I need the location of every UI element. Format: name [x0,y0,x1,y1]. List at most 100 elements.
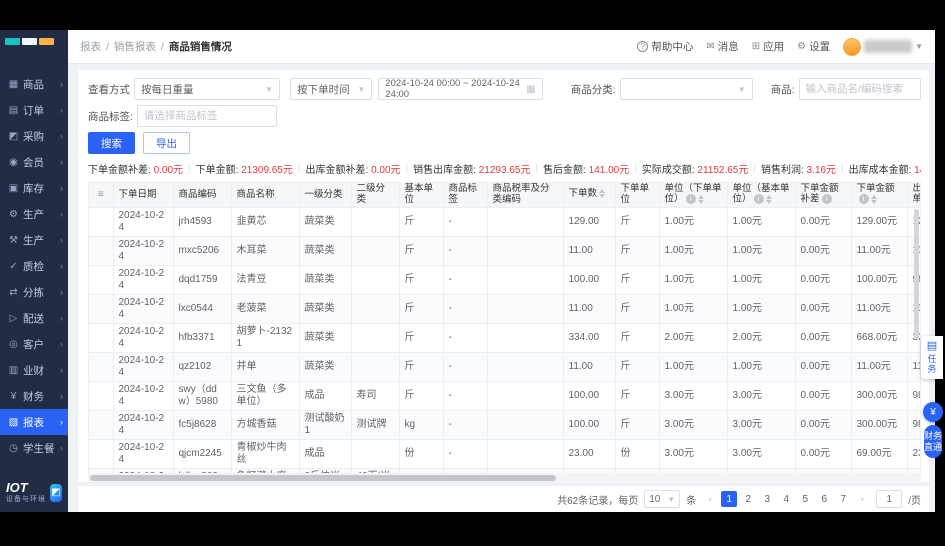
sidebar-item-student-meal[interactable]: ◷学生餐› [0,435,68,461]
cell: 斤 [399,265,443,294]
horizontal-scrollbar-thumb[interactable] [90,475,556,481]
user-menu[interactable]: ▼ [843,38,923,56]
page-button-2[interactable]: 2 [740,491,756,507]
cell: 11.00元 [851,352,907,381]
cell: 3.00元 [659,410,727,439]
horizontal-scrollbar[interactable] [88,473,921,482]
stat-separator: | [535,163,538,174]
sidebar-item-production2[interactable]: ⚒生产› [0,227,68,253]
sorting-icon: ⇄ [7,287,20,298]
chevron-right-icon: › [60,209,63,219]
view-mode-select[interactable]: 按每日重量 ▼ [134,78,280,100]
sidebar-item-business-finance[interactable]: ▥业财› [0,357,68,383]
stat-value: 21309.65元 [241,165,293,176]
info-icon[interactable]: i [859,194,869,204]
chevron-right-icon: › [60,157,63,167]
chevron-down-icon: ▼ [259,85,273,94]
page-button-6[interactable]: 6 [816,491,832,507]
sidebar-item-quality[interactable]: ✓质检› [0,253,68,279]
prev-page-button[interactable]: ‹ [702,491,718,507]
goods-icon: ▦ [7,79,20,90]
time-type-select[interactable]: 按下单时间 ▼ [290,78,372,100]
settings-button[interactable]: ⚙ 设置 [797,39,830,54]
table-row: 2024-10-24hfb3371胡萝卜-21321蔬菜类斤-334.00斤2.… [89,323,921,352]
breadcrumb-reports[interactable]: 报表 [80,39,101,54]
sidebar-item-reports[interactable]: ▧报表› [0,409,68,435]
sidebar-item-label: 学生餐 [23,441,60,456]
sort-icon[interactable] [599,189,605,198]
cell: 蔬菜类 [299,352,351,381]
task-float-button[interactable]: ▤ 任务 [921,336,943,379]
vertical-scrollbar-thumb[interactable] [914,209,919,339]
breadcrumb-sales-reports[interactable]: 销售报表 [114,39,156,54]
sidebar-item-inventory[interactable]: ▣库存› [0,175,68,201]
page-jump-input[interactable] [876,490,902,508]
page-button-5[interactable]: 5 [797,491,813,507]
messages-button[interactable]: ✉ 消息 [706,39,738,54]
info-icon[interactable]: i [686,194,696,204]
sidebar-item-purchase[interactable]: ◩采购› [0,123,68,149]
sidebar-item-label: 生产 [23,233,60,248]
sort-icon[interactable] [698,195,704,204]
apps-button[interactable]: ⊞ 应用 [752,39,784,54]
sidebar-item-customers[interactable]: ◎客户› [0,331,68,357]
info-icon[interactable]: i [822,194,832,204]
help-center-button[interactable]: ? 帮助中心 [637,39,693,54]
sidebar-item-sorting[interactable]: ⇄分拣› [0,279,68,305]
sort-icon[interactable] [871,195,877,204]
sidebar-item-label: 分拣 [23,285,60,300]
row-leading-cell [89,439,113,468]
sidebar-item-production[interactable]: ⚙生产› [0,201,68,227]
tag-input[interactable] [144,110,270,122]
reports-icon: ▧ [7,417,20,428]
cell [487,439,563,468]
page-size-select[interactable]: 10 ▼ [644,490,680,508]
stat-separator: | [188,163,191,174]
page-button-4[interactable]: 4 [778,491,794,507]
cell: 100.00 [563,410,615,439]
column-header[interactable]: 下单数 [563,183,615,207]
table-row: 2024-10-24dqd1759法青豆蔬菜类斤-100.00斤1.00元1.0… [89,265,921,294]
next-page-button[interactable]: › [854,491,870,507]
cell: 0.00元 [795,352,851,381]
stat-item: 下单金额补差: 0.00元 [88,161,183,176]
row-leading-cell [89,236,113,265]
inventory-icon: ▣ [7,183,20,194]
column-header[interactable]: 单位（基本单位）i [727,183,795,207]
column-header[interactable]: 下单金额i [851,183,907,207]
category-select[interactable]: ▼ [620,78,753,100]
sidebar-item-delivery[interactable]: ▷配送› [0,305,68,331]
cell: 斤 [399,381,443,410]
page-button-3[interactable]: 3 [759,491,775,507]
cell [487,207,563,236]
cell: 668.00元 [851,323,907,352]
sidebar-item-finance[interactable]: ¥财务› [0,383,68,409]
page-button-1[interactable]: 1 [721,491,737,507]
column-header[interactable]: 单位（下单单位）i [659,183,727,207]
sidebar-item-goods[interactable]: ▦商品› [0,71,68,97]
row-leading-cell [89,381,113,410]
date-range-input[interactable]: 2024-10-24 00:00 ~ 2024-10-24 24:00 ▦ [378,78,542,100]
device-environment-icon[interactable]: ◩ [50,484,62,502]
cell: 3.00元 [727,381,795,410]
breadcrumb: 报表 / 销售报表 / 商品销售情况 [80,39,232,54]
info-icon[interactable]: i [754,194,764,204]
cell: 老菠菜 [231,294,299,323]
cell: 斤 [399,236,443,265]
product-search-input[interactable] [806,83,914,95]
row-leading-cell [89,323,113,352]
stat-separator: | [298,163,301,174]
cell: - [443,323,487,352]
cell: 成品 [299,381,351,410]
page-button-7[interactable]: 7 [835,491,851,507]
search-button[interactable]: 搜索 [88,132,135,154]
sort-icon[interactable] [766,195,772,204]
sidebar-item-orders[interactable]: ▤订单› [0,97,68,123]
column-header: 商品名称 [231,183,299,207]
cell: 并单 [231,352,299,381]
top-actions: ? 帮助中心 ✉ 消息 ⊞ 应用 ⚙ 设置 ▼ [637,38,923,56]
table-settings-header[interactable]: ≡ [89,183,113,207]
finance-float-button[interactable]: ¥ 财务直通 [923,402,943,458]
sidebar-item-members[interactable]: ◉会员› [0,149,68,175]
export-button[interactable]: 导出 [143,132,190,154]
